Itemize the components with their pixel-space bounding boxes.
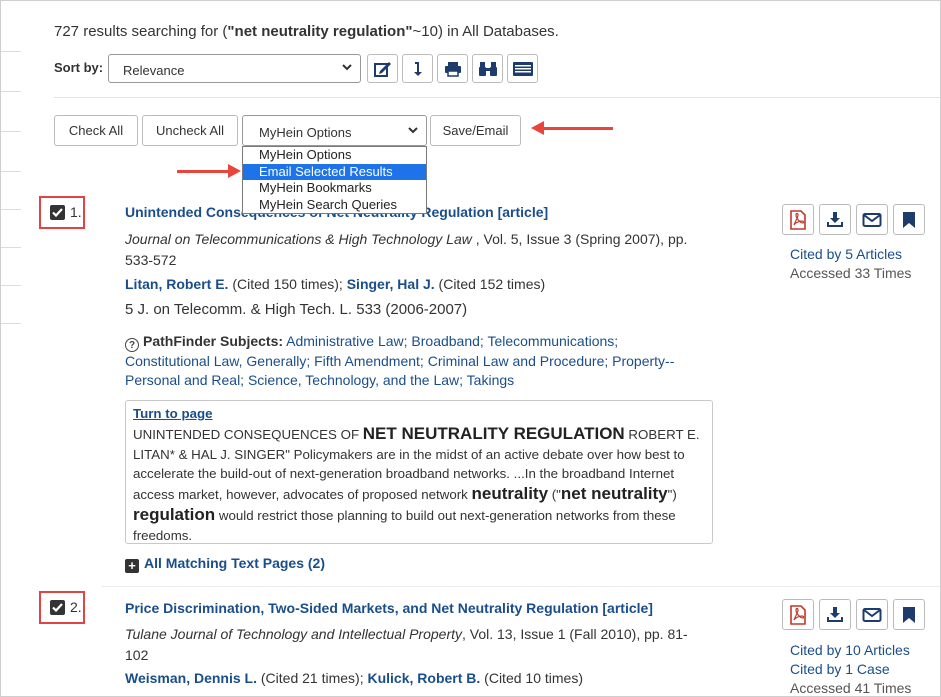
binoculars-icon [478, 61, 497, 76]
print-button[interactable] [437, 54, 468, 83]
print-icon [444, 61, 461, 77]
sort-order-button[interactable] [402, 54, 433, 83]
view-toggle-button[interactable] [507, 54, 538, 83]
myhein-options-select[interactable]: MyHein Options [242, 115, 427, 146]
envelope-icon [862, 607, 882, 622]
result-source: Journal on Telecommunications & High Tec… [125, 231, 688, 268]
pdf-button[interactable] [782, 599, 814, 630]
download-button[interactable] [819, 204, 851, 235]
author-link[interactable]: Weisman, Dennis L. [125, 670, 257, 686]
search-query: "net neutrality regulation" [227, 23, 413, 40]
plus-icon: + [125, 559, 139, 573]
save-email-button[interactable]: Save/Email [430, 115, 521, 146]
bookmark-icon [903, 211, 915, 228]
left-rail [1, 1, 21, 696]
chevron-down-icon [408, 127, 418, 134]
result-2-actions [782, 599, 925, 630]
result-authors: Litan, Robert E. (Cited 150 times); Sing… [125, 276, 546, 292]
uncheck-all-button[interactable]: Uncheck All [142, 115, 238, 146]
list-view-icon [512, 61, 533, 76]
result-title-link[interactable]: Price Discrimination, Two-Sided Markets,… [125, 600, 653, 616]
pdf-icon [790, 604, 806, 625]
author-link[interactable]: Singer, Hal J. [347, 276, 435, 292]
download-button[interactable] [819, 599, 851, 630]
dropdown-option[interactable]: MyHein Search Queries [243, 197, 426, 214]
pdf-icon [790, 209, 806, 230]
result-2-stats: Cited by 10 Articles Cited by 1 Case Acc… [790, 641, 912, 696]
result-source: Tulane Journal of Technology and Intelle… [125, 626, 688, 663]
result-checkbox[interactable] [50, 600, 65, 615]
find-button[interactable] [472, 54, 503, 83]
cited-by-articles-link[interactable]: Cited by 5 Articles [790, 245, 911, 264]
dropdown-option[interactable]: MyHein Options [243, 147, 426, 164]
results-page: 727 results searching for ("net neutrali… [0, 0, 941, 697]
cited-by-case-link[interactable]: Cited by 1 Case [790, 660, 911, 679]
check-all-button[interactable]: Check All [54, 115, 138, 146]
sort-download-icon [413, 61, 422, 76]
bookmark-button[interactable] [893, 599, 925, 630]
myhein-options-dropdown[interactable]: MyHein Options Email Selected Results My… [242, 146, 427, 214]
divider [54, 97, 940, 98]
result-citation: 5 J. on Telecomm. & High Tech. L. 533 (2… [125, 301, 468, 318]
edit-icon [373, 61, 391, 77]
result-divider [101, 586, 940, 587]
access-count: Accessed 41 Times [790, 680, 912, 696]
result-1-actions [782, 204, 925, 235]
author-link[interactable]: Litan, Robert E. [125, 276, 228, 292]
result-1-stats: Cited by 5 Articles Accessed 33 Times [790, 245, 911, 283]
pdf-button[interactable] [782, 204, 814, 235]
results-summary: 727 results searching for ("net neutrali… [54, 23, 559, 40]
download-icon [827, 211, 843, 227]
sort-label: Sort by: [54, 60, 104, 75]
envelope-icon [862, 212, 882, 227]
email-button[interactable] [856, 204, 888, 235]
result-2-checkbox-highlight: 2. [39, 591, 85, 624]
sort-select[interactable]: Relevance [108, 54, 361, 83]
author-link[interactable]: Kulick, Robert B. [367, 670, 480, 686]
chevron-down-icon [342, 64, 352, 71]
pathfinder-subjects: ? PathFinder Subjects: Administrative Law… [125, 333, 675, 388]
download-icon [827, 606, 843, 622]
checkmark-icon [52, 208, 63, 218]
result-authors: Weisman, Dennis L. (Cited 21 times); Kul… [125, 670, 583, 686]
result-count: 727 [54, 23, 80, 40]
result-checkbox[interactable] [50, 205, 65, 220]
result-1-checkbox-highlight: 1. [39, 196, 85, 229]
annotation-arrow-email-option [177, 164, 241, 178]
bookmark-icon [903, 606, 915, 623]
edit-search-button[interactable] [367, 54, 398, 83]
dropdown-option[interactable]: MyHein Bookmarks [243, 180, 426, 197]
annotation-arrow-save-email [531, 121, 613, 135]
help-icon[interactable]: ? [125, 338, 139, 352]
all-matching-pages-link[interactable]: + All Matching Text Pages (2) [125, 555, 325, 573]
checkmark-icon [52, 603, 63, 613]
turn-to-page-link[interactable]: Turn to page [133, 404, 705, 424]
bookmark-button[interactable] [893, 204, 925, 235]
cited-by-articles-link[interactable]: Cited by 10 Articles [790, 641, 911, 660]
access-count: Accessed 33 Times [790, 265, 912, 281]
text-snippet: Turn to page UNINTENDED CONSEQUENCES OF … [125, 400, 713, 544]
dropdown-option-selected[interactable]: Email Selected Results [243, 163, 426, 180]
email-button[interactable] [856, 599, 888, 630]
